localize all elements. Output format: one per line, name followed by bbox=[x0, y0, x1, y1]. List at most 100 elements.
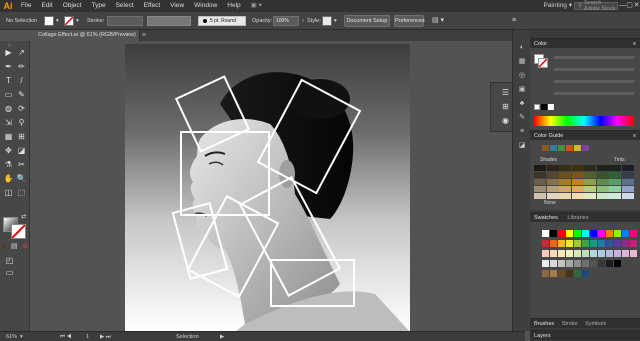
color-spectrum[interactable] bbox=[534, 116, 634, 126]
swatch[interactable] bbox=[558, 230, 565, 237]
line-tool-icon[interactable]: / bbox=[16, 75, 27, 86]
swatch[interactable] bbox=[590, 230, 597, 237]
swatch[interactable] bbox=[582, 260, 589, 267]
shade-swatch[interactable] bbox=[559, 179, 571, 185]
layers-header[interactable]: Layers bbox=[530, 330, 640, 340]
swatch[interactable] bbox=[550, 270, 557, 277]
stroke-tab[interactable]: Stroke bbox=[562, 321, 578, 327]
eyedropper-tool-icon[interactable]: ✂ bbox=[16, 159, 27, 170]
swatches-header[interactable]: Swatches Libraries bbox=[530, 212, 640, 222]
style-swatch[interactable] bbox=[322, 16, 332, 26]
swatch[interactable] bbox=[550, 230, 557, 237]
document-tab[interactable]: Collage Effect.ai @ 61% (RGB/Preview) bbox=[30, 30, 140, 41]
color-slider-1[interactable] bbox=[554, 56, 634, 59]
swatch[interactable] bbox=[606, 250, 613, 257]
zoom-tool-icon[interactable]: ⬚ bbox=[16, 187, 27, 198]
swatch[interactable] bbox=[574, 250, 581, 257]
shade-swatch[interactable] bbox=[559, 186, 571, 192]
swatch[interactable] bbox=[622, 240, 629, 247]
swatch[interactable] bbox=[550, 260, 557, 267]
shade-swatch[interactable] bbox=[571, 165, 584, 171]
shade-swatch[interactable] bbox=[584, 186, 596, 192]
shade-swatch[interactable] bbox=[546, 186, 559, 192]
graphic-styles-icon[interactable]: ▣ bbox=[516, 84, 528, 95]
canvas-area[interactable]: ☰ ⊞ ◉ bbox=[30, 41, 525, 332]
swatch[interactable] bbox=[542, 250, 549, 257]
warp-tool-icon[interactable]: ⚲ bbox=[16, 117, 27, 128]
swatch[interactable] bbox=[606, 240, 613, 247]
transform-icon[interactable]: ◉ bbox=[500, 115, 511, 126]
swatch[interactable] bbox=[542, 240, 549, 247]
shade-swatch[interactable] bbox=[584, 172, 596, 178]
shade-swatch[interactable] bbox=[609, 179, 621, 185]
menu-type[interactable]: Type bbox=[86, 0, 110, 12]
swatch[interactable] bbox=[606, 260, 613, 267]
white-swatch[interactable] bbox=[548, 104, 554, 110]
arrange-documents-icon[interactable]: ▤ ▾ bbox=[432, 16, 444, 26]
brushes-icon[interactable]: ✎ bbox=[516, 112, 528, 123]
zoom-level[interactable]: 61% bbox=[6, 332, 17, 341]
swatch[interactable] bbox=[590, 250, 597, 257]
swatch[interactable] bbox=[566, 270, 573, 277]
symbols-tab[interactable]: Symbols bbox=[585, 321, 606, 327]
swatch[interactable] bbox=[542, 270, 549, 277]
gradient-tool-icon[interactable]: ⚗ bbox=[3, 159, 14, 170]
maximize-button[interactable]: ▢ bbox=[626, 0, 633, 12]
shade-swatch[interactable] bbox=[609, 193, 621, 199]
paintbrush-tool-icon[interactable]: ✎ bbox=[16, 89, 27, 100]
swatch[interactable] bbox=[614, 250, 621, 257]
swatch[interactable] bbox=[590, 260, 597, 267]
mesh-tool-icon[interactable]: ◪ bbox=[16, 145, 27, 156]
libraries-tab[interactable]: Libraries bbox=[567, 215, 588, 221]
hand-tool-icon[interactable]: ◫ bbox=[3, 187, 14, 198]
shade-swatch[interactable] bbox=[571, 193, 584, 199]
harmony-swatch[interactable] bbox=[550, 145, 557, 151]
color-guide-icon[interactable]: ▦ bbox=[516, 56, 528, 67]
menu-object[interactable]: Object bbox=[58, 0, 87, 12]
shade-swatch[interactable] bbox=[534, 193, 546, 199]
shade-swatch[interactable] bbox=[534, 172, 546, 178]
shade-swatch[interactable] bbox=[559, 165, 571, 171]
appearance-icon[interactable]: ◎ bbox=[516, 70, 528, 81]
shade-swatch[interactable] bbox=[534, 179, 546, 185]
harmony-swatch[interactable] bbox=[558, 145, 565, 151]
direct-selection-tool-icon[interactable]: ↗ bbox=[16, 47, 27, 58]
swap-fill-stroke-icon[interactable]: ⇄ bbox=[21, 213, 26, 220]
color-slider-3[interactable] bbox=[554, 80, 634, 83]
shade-swatch[interactable] bbox=[609, 165, 621, 171]
collage-frame-7[interactable] bbox=[270, 259, 355, 307]
swatch[interactable] bbox=[622, 250, 629, 257]
color-mode-icon[interactable]: ■ bbox=[2, 243, 6, 251]
stock-search-input[interactable]: ⚲ Search Adobe Stock bbox=[574, 0, 618, 12]
style-dropdown-icon[interactable]: ▾ bbox=[334, 16, 337, 26]
screen-mode-icon[interactable]: ▭ bbox=[4, 267, 15, 278]
swatch[interactable] bbox=[582, 250, 589, 257]
swatch[interactable] bbox=[558, 240, 565, 247]
rectangle-tool-icon[interactable]: ▭ bbox=[3, 89, 14, 100]
swatch[interactable] bbox=[630, 250, 637, 257]
status-menu-icon[interactable]: ▶ bbox=[220, 332, 224, 341]
swatch[interactable] bbox=[598, 260, 605, 267]
menu-file[interactable]: File bbox=[16, 0, 36, 12]
stroke-icon[interactable]: ≡ bbox=[516, 126, 528, 137]
swatch[interactable] bbox=[558, 260, 565, 267]
shade-swatch[interactable] bbox=[584, 179, 596, 185]
harmony-swatch[interactable] bbox=[574, 145, 581, 151]
perspective-tool-icon[interactable]: ✥ bbox=[3, 145, 14, 156]
stroke-weight-input[interactable] bbox=[107, 16, 143, 26]
close-window-button[interactable]: ✕ bbox=[633, 0, 640, 12]
rotate-tool-icon[interactable]: ⟳ bbox=[16, 103, 27, 114]
menu-edit[interactable]: Edit bbox=[36, 0, 57, 12]
shade-swatch[interactable] bbox=[559, 193, 571, 199]
black-swatch[interactable] bbox=[541, 104, 547, 110]
curvature-tool-icon[interactable]: ✏ bbox=[16, 61, 27, 72]
swatches-tab[interactable]: Swatches bbox=[534, 215, 558, 221]
swatch[interactable] bbox=[582, 270, 589, 277]
shade-swatch[interactable] bbox=[621, 172, 634, 178]
shade-swatch[interactable] bbox=[596, 165, 609, 171]
artboard-nav-first-icon[interactable]: ⏮ ◀ bbox=[60, 332, 71, 341]
shade-swatch[interactable] bbox=[596, 172, 609, 178]
swatch[interactable] bbox=[598, 250, 605, 257]
swatch[interactable] bbox=[542, 260, 549, 267]
swatch[interactable] bbox=[614, 260, 621, 267]
